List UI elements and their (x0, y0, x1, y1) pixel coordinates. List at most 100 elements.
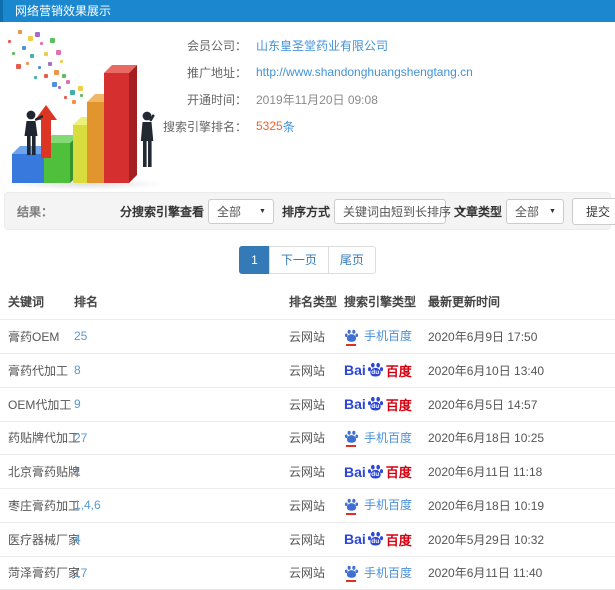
rank-link[interactable]: 27 (74, 431, 87, 445)
engine-cell: 手机百度 (340, 556, 424, 590)
pagination: 1 下一页 尾页 (0, 246, 615, 274)
updated-cell: 2020年6月9日 17:50 (424, 319, 615, 354)
rank-link[interactable]: 1 (74, 465, 81, 479)
article-type-label: 文章类型 (453, 204, 502, 219)
businessman-left-icon (24, 110, 44, 155)
keyword-cell: 枣庄膏药加工 (0, 488, 80, 523)
baidu-paw-icon (344, 498, 359, 511)
table-body: 膏药OEM 25 云网站 手机百度 2020年6月9日 17:50 膏药代加工 … (0, 319, 615, 590)
updated-cell: 2020年6月5日 14:57 (424, 387, 615, 422)
rank-link[interactable]: 4 (74, 532, 81, 546)
red-underline (346, 343, 356, 346)
member-company-label: 会员公司： (186, 38, 247, 53)
engine-mobile-baidu: 手机百度 (344, 496, 413, 515)
filter-controls: 分搜索引擎查看 全部 ▼ 排序方式 关键词由短到长排序 ▼ 文章类型 全部 ▼ … (112, 197, 615, 225)
rank-type-cell: 云网站 (285, 454, 340, 489)
promo-url-row: 推广地址： http://www.shandonghuangshengtang.… (161, 63, 601, 81)
header-updated: 最新更新时间 (424, 286, 615, 320)
sort-select[interactable]: 关键词由短到长排序 ▼ (333, 198, 466, 224)
keyword-cell: 医疗器械厂家 (0, 522, 80, 557)
keyword-cell: 菏泽膏药厂家 (0, 556, 80, 590)
table-row: OEM代加工 9 云网站 Bai du 百度 2020年6月5日 14:57 (0, 387, 615, 422)
rank-type-cell: 云网站 (285, 353, 340, 388)
promo-url-label: 推广地址： (186, 65, 247, 80)
submit-button[interactable]: 提交 (571, 197, 615, 225)
baidu-logo-bai: Bai (344, 531, 366, 547)
rank-cell: 27 (70, 421, 285, 455)
rank-cell: 8 (70, 353, 285, 388)
businessman-right-icon (140, 111, 155, 167)
table-header-row: 关键词 排名 排名类型 搜索引擎类型 最新更新时间 (0, 286, 615, 320)
engine-label: 手机百度 (364, 329, 413, 343)
open-time-value: 2019年11月20日 09:08 (256, 92, 378, 107)
pagination-last[interactable]: 尾页 (327, 246, 376, 274)
engine-mobile-baidu: 手机百度 (344, 564, 413, 582)
rank-cell: 9 (70, 387, 285, 422)
header-engine-type: 搜索引擎类型 (340, 286, 424, 320)
baidu-logo-bai: Bai (344, 396, 366, 412)
header-rank-type: 排名类型 (285, 286, 340, 320)
engine-select[interactable]: 全部 ▼ (207, 198, 274, 224)
article-type-select-value: 全部 (514, 204, 539, 219)
info-section: 会员公司： 山东皇圣堂药业有限公司 推广地址： http://www.shand… (0, 22, 615, 190)
sort-filter-label: 排序方式 (281, 204, 330, 219)
rank-link[interactable]: 9 (74, 397, 81, 411)
bar-red (104, 65, 137, 183)
updated-cell: 2020年6月10日 13:40 (424, 353, 615, 388)
table-row: 药贴牌代加工 27 云网站 手机百度 2020年6月18日 10:25 (0, 421, 615, 455)
table-row: 膏药OEM 25 云网站 手机百度 2020年6月9日 17:50 (0, 319, 615, 354)
rank-type-cell: 云网站 (285, 387, 340, 422)
table-row: 枣庄膏药加工 1,4,6 云网站 手机百度 2020年6月18日 10:19 (0, 488, 615, 523)
keyword-cell: 药贴牌代加工 (0, 421, 80, 455)
baidu-paw-icon (344, 565, 359, 578)
rank-count-value: 5325 (256, 119, 283, 133)
engine-filter-label: 分搜索引擎查看 (119, 204, 204, 219)
engine-cell: 手机百度 (340, 421, 424, 455)
baidu-logo-bai: Bai (344, 362, 366, 378)
pagination-next[interactable]: 下一页 (268, 246, 329, 274)
rank-cell: 1 (70, 454, 285, 489)
engine-label: 手机百度 (364, 430, 413, 445)
red-underline (346, 445, 356, 447)
baidu-logo-du: du (371, 369, 380, 376)
promo-url-link[interactable]: http://www.shandonghuangshengtang.cn (256, 65, 473, 79)
engine-baidu: Bai du 百度 (344, 462, 412, 481)
table-row: 膏药代加工 8 云网站 Bai du 百度 2020年6月10日 13:40 (0, 353, 615, 388)
company-info: 会员公司： 山东皇圣堂药业有限公司 推广地址： http://www.shand… (161, 36, 601, 144)
rank-link[interactable]: 8 (74, 363, 81, 377)
rank-link[interactable]: 25 (74, 329, 87, 343)
title-bar: 网络营销效果展示 (0, 0, 615, 22)
sort-select-value: 关键词由短到长排序 (342, 204, 451, 219)
table-row: 北京膏药贴牌 1 云网站 Bai du 百度 2020年6月11日 11:18 (0, 454, 615, 489)
company-name-link[interactable]: 山东皇圣堂药业有限公司 (256, 37, 388, 54)
table-row: 医疗器械厂家 4 云网站 Bai du 百度 2020年5月29日 10:32 (0, 522, 615, 557)
engine-label: 手机百度 (364, 565, 413, 580)
engine-label: 手机百度 (364, 498, 413, 512)
baidu-logo-bai: Bai (344, 463, 366, 480)
filter-bar: 结果： 分搜索引擎查看 全部 ▼ 排序方式 关键词由短到长排序 ▼ 文章类型 全… (4, 192, 615, 230)
engine-select-value: 全部 (216, 204, 241, 219)
rank-type-cell: 云网站 (285, 488, 340, 523)
rank-link[interactable]: 1,4,6 (74, 498, 101, 512)
rank-cell: 1,4,6 (70, 488, 285, 523)
engine-rank-label: 搜索引擎排名： (162, 119, 247, 134)
pagination-page-1[interactable]: 1 (239, 246, 270, 274)
updated-cell: 2020年6月11日 11:18 (424, 454, 615, 489)
baidu-paw-icon (344, 430, 359, 443)
rank-link[interactable]: 17 (74, 566, 87, 580)
baidu-logo-cn: 百度 (385, 465, 412, 480)
member-company-row: 会员公司： 山东皇圣堂药业有限公司 (161, 36, 601, 54)
rank-cell: 17 (70, 556, 285, 590)
baidu-logo-cn: 百度 (385, 363, 412, 379)
engine-cell: 手机百度 (340, 488, 424, 523)
chevron-down-icon: ▼ (259, 207, 266, 215)
keyword-cell: 膏药代加工 (0, 353, 70, 388)
engine-cell: Bai du 百度 (340, 387, 424, 422)
rank-cell: 4 (70, 522, 285, 557)
baidu-logo-cn: 百度 (385, 532, 412, 548)
article-type-select[interactable]: 全部 ▼ (505, 198, 564, 224)
open-time-row: 开通时间： 2019年11月20日 09:08 (161, 90, 601, 108)
engine-baidu: Bai du 百度 (344, 361, 412, 380)
updated-cell: 2020年6月18日 10:19 (424, 488, 615, 523)
chevron-down-icon: ▼ (549, 207, 556, 215)
